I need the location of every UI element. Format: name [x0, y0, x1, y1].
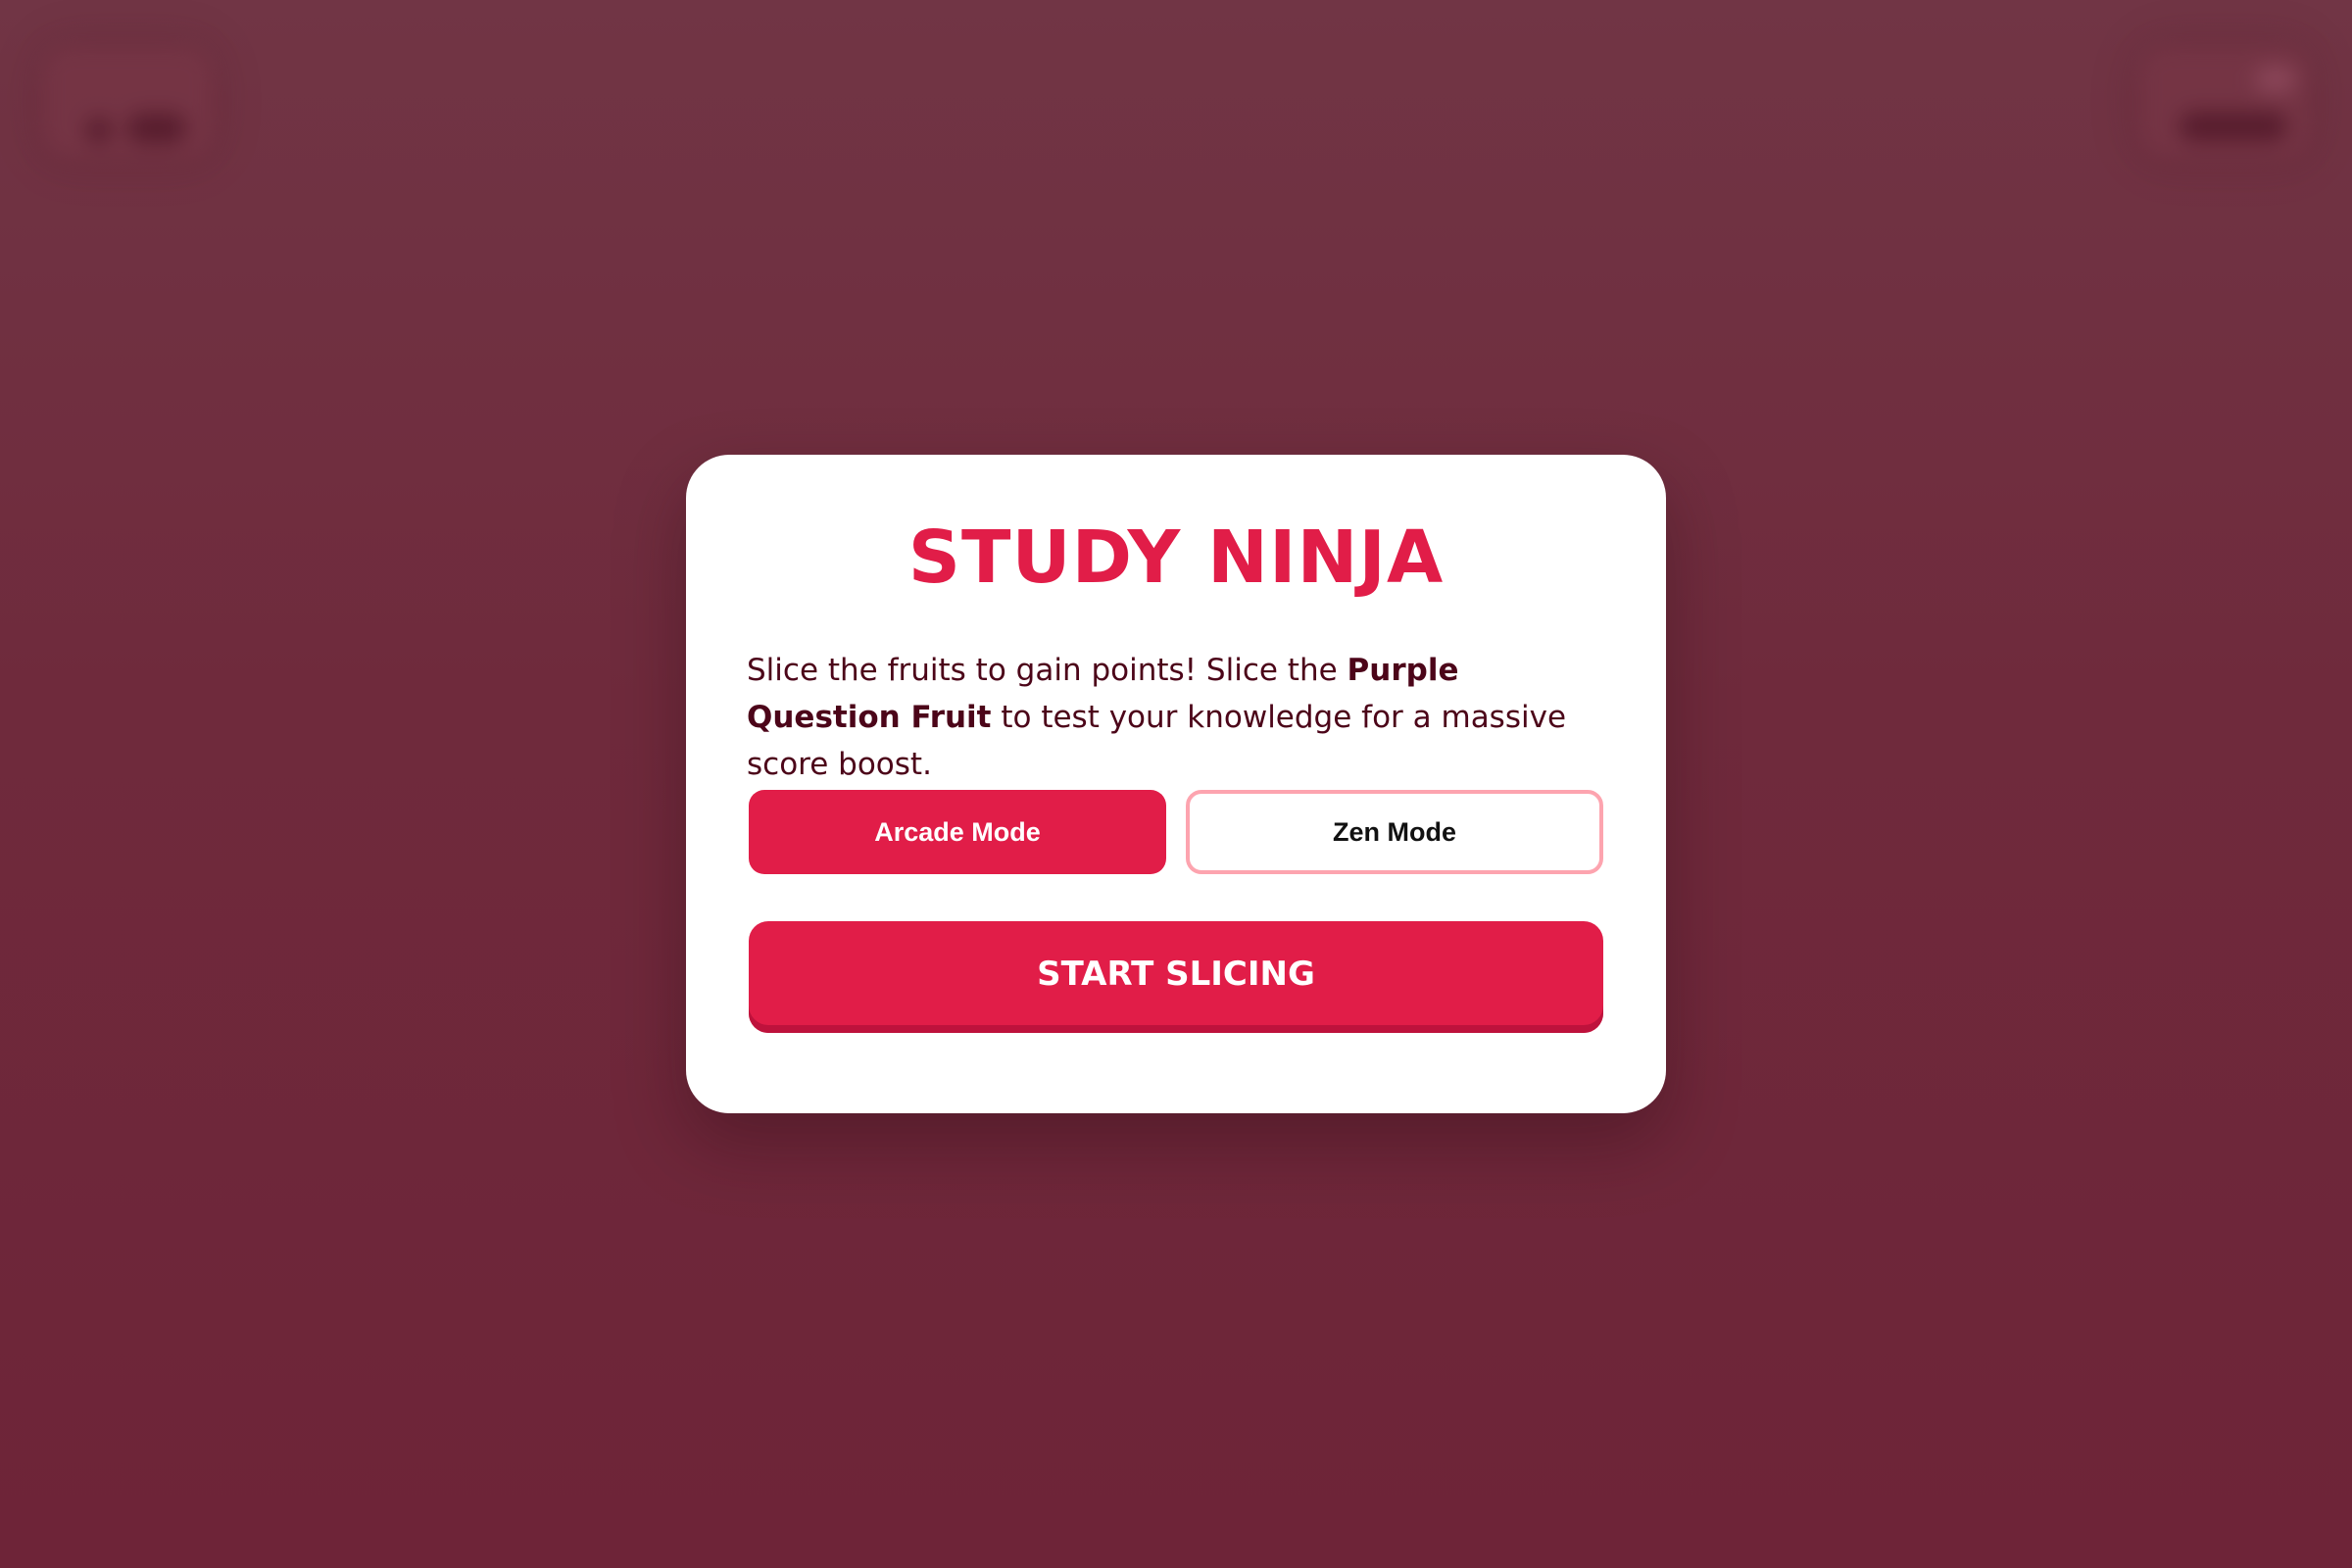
lives-value-blurred	[2180, 112, 2287, 141]
score-icon	[86, 118, 112, 143]
zen-mode-button[interactable]: Zen Mode	[1186, 790, 1603, 874]
lives-icon	[2256, 67, 2295, 92]
start-slicing-button[interactable]: START SLICING	[749, 921, 1603, 1033]
game-description: Slice the fruits to gain points! Slice t…	[747, 647, 1605, 788]
game-title: STUDY NINJA	[907, 515, 1445, 600]
score-value-blurred	[127, 114, 186, 143]
hud-lives-panel	[2140, 47, 2309, 157]
arcade-mode-button[interactable]: Arcade Mode	[749, 790, 1166, 874]
description-text-start: Slice the fruits to gain points! Slice t…	[747, 653, 1348, 688]
start-menu-modal: STUDY NINJA Slice the fruits to gain poi…	[686, 455, 1666, 1113]
hud-score-panel	[43, 47, 212, 157]
